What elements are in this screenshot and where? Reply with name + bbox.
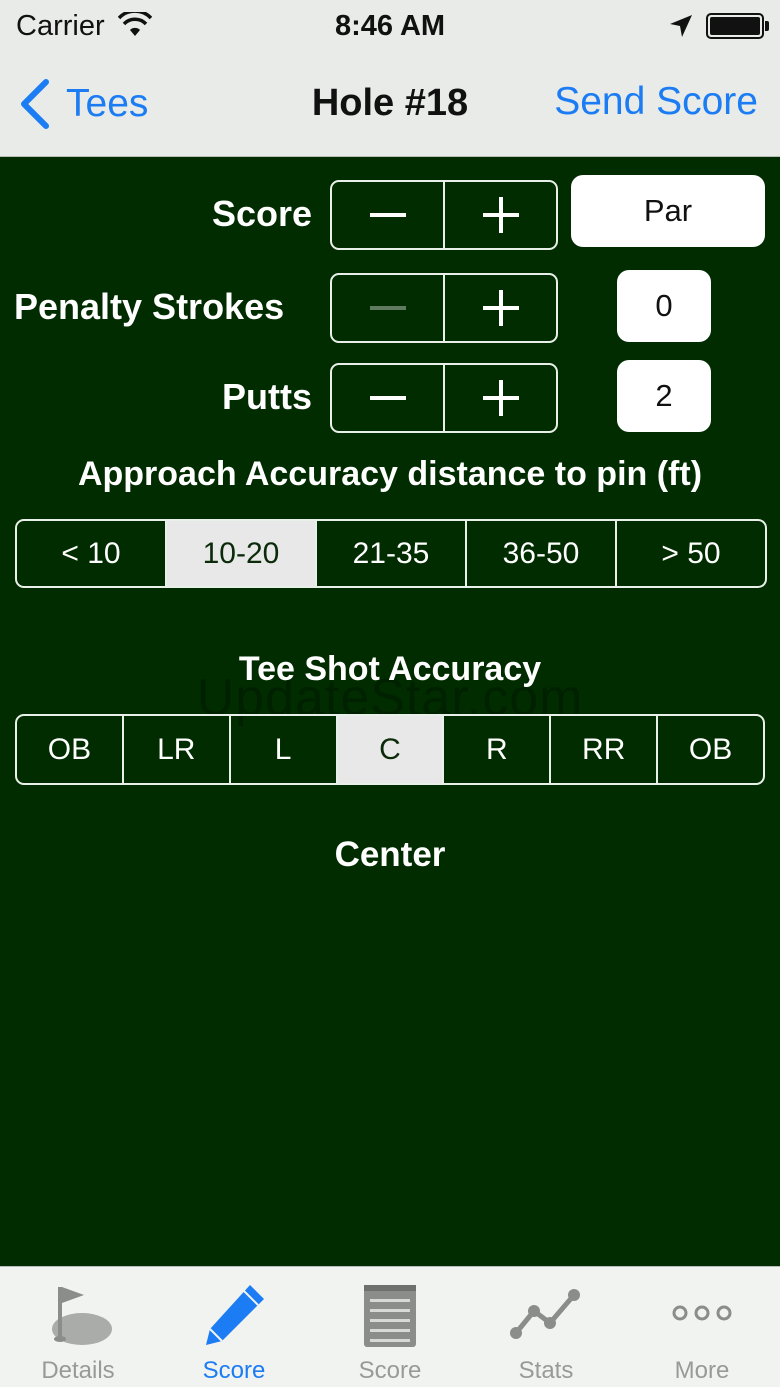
pencil-icon: [206, 1285, 264, 1345]
putts-increment-button[interactable]: [443, 365, 556, 431]
score-increment-button[interactable]: [443, 182, 556, 248]
tab-stats[interactable]: Stats: [468, 1267, 624, 1387]
status-time: 8:46 AM: [334, 10, 446, 42]
minus-icon: [369, 396, 406, 400]
tee-shot-option[interactable]: OB: [17, 716, 122, 783]
tee-shot-option[interactable]: LR: [121, 716, 229, 783]
penalty-decrement-button[interactable]: [332, 275, 443, 341]
penalty-strokes-label: Penalty Strokes: [14, 286, 285, 327]
location-arrow-icon: [670, 15, 692, 37]
approach-distance-option[interactable]: < 10: [17, 521, 165, 586]
approach-distance-option[interactable]: 10-20: [165, 521, 315, 586]
putts-decrement-button[interactable]: [332, 365, 443, 431]
tee-shot-option[interactable]: L: [228, 716, 336, 783]
putts-stepper: [330, 363, 558, 433]
tab-scorecard[interactable]: Score: [312, 1267, 468, 1387]
approach-distance-option[interactable]: 36-50: [465, 521, 615, 586]
plus-icon: [482, 290, 519, 326]
line-graph-icon: [510, 1289, 580, 1339]
penalty-stepper: [330, 273, 558, 343]
penalty-increment-button[interactable]: [443, 275, 556, 341]
navigation-bar: Carrier 8:46 AM Tees Hole #18 Send Score: [0, 0, 780, 157]
plus-icon: [482, 197, 519, 233]
score-label: Score: [211, 193, 312, 234]
plus-icon: [482, 380, 519, 416]
tab-label: Score: [202, 1357, 266, 1384]
send-score-button[interactable]: Send Score: [554, 80, 758, 124]
tee-shot-option[interactable]: C: [335, 716, 443, 783]
score-stepper: [330, 180, 558, 250]
approach-accuracy-control: < 10 10-20 21-35 36-50 > 50: [15, 519, 767, 588]
status-bar: Carrier 8:46 AM: [0, 0, 780, 54]
tee-shot-option[interactable]: RR: [549, 716, 656, 783]
tab-more[interactable]: More: [624, 1267, 780, 1387]
tee-shot-option[interactable]: OB: [656, 716, 763, 783]
battery-cap: [765, 21, 769, 31]
tab-details[interactable]: Details: [0, 1267, 156, 1387]
putts-value: 2: [617, 360, 711, 432]
score-value: Par: [571, 175, 765, 247]
tab-label: More: [674, 1357, 730, 1384]
tab-label: Score: [358, 1357, 422, 1384]
minus-icon: [369, 213, 406, 217]
tab-score-entry[interactable]: Score: [156, 1267, 312, 1387]
putts-label: Putts: [222, 376, 312, 417]
approach-distance-option[interactable]: > 50: [615, 521, 765, 586]
battery-icon: [706, 13, 764, 39]
tee-shot-result-label: Center: [334, 835, 446, 874]
score-decrement-button[interactable]: [332, 182, 443, 248]
approach-accuracy-title: Approach Accuracy distance to pin (ft): [77, 455, 703, 493]
tab-label: Stats: [518, 1357, 574, 1384]
approach-distance-option[interactable]: 21-35: [315, 521, 465, 586]
tab-bar: Details Score Score Stats More: [0, 1266, 780, 1387]
notepad-icon: [364, 1285, 416, 1347]
tab-label: Details: [41, 1357, 115, 1384]
more-dots-icon: [672, 1305, 732, 1321]
tee-shot-option[interactable]: R: [442, 716, 549, 783]
minus-icon: [369, 306, 406, 310]
golf-flag-icon: [52, 1287, 112, 1345]
tee-shot-accuracy-title: Tee Shot Accuracy: [238, 650, 542, 688]
tee-shot-accuracy-control: OB LR L C R RR OB: [15, 714, 765, 785]
penalty-value: 0: [617, 270, 711, 342]
